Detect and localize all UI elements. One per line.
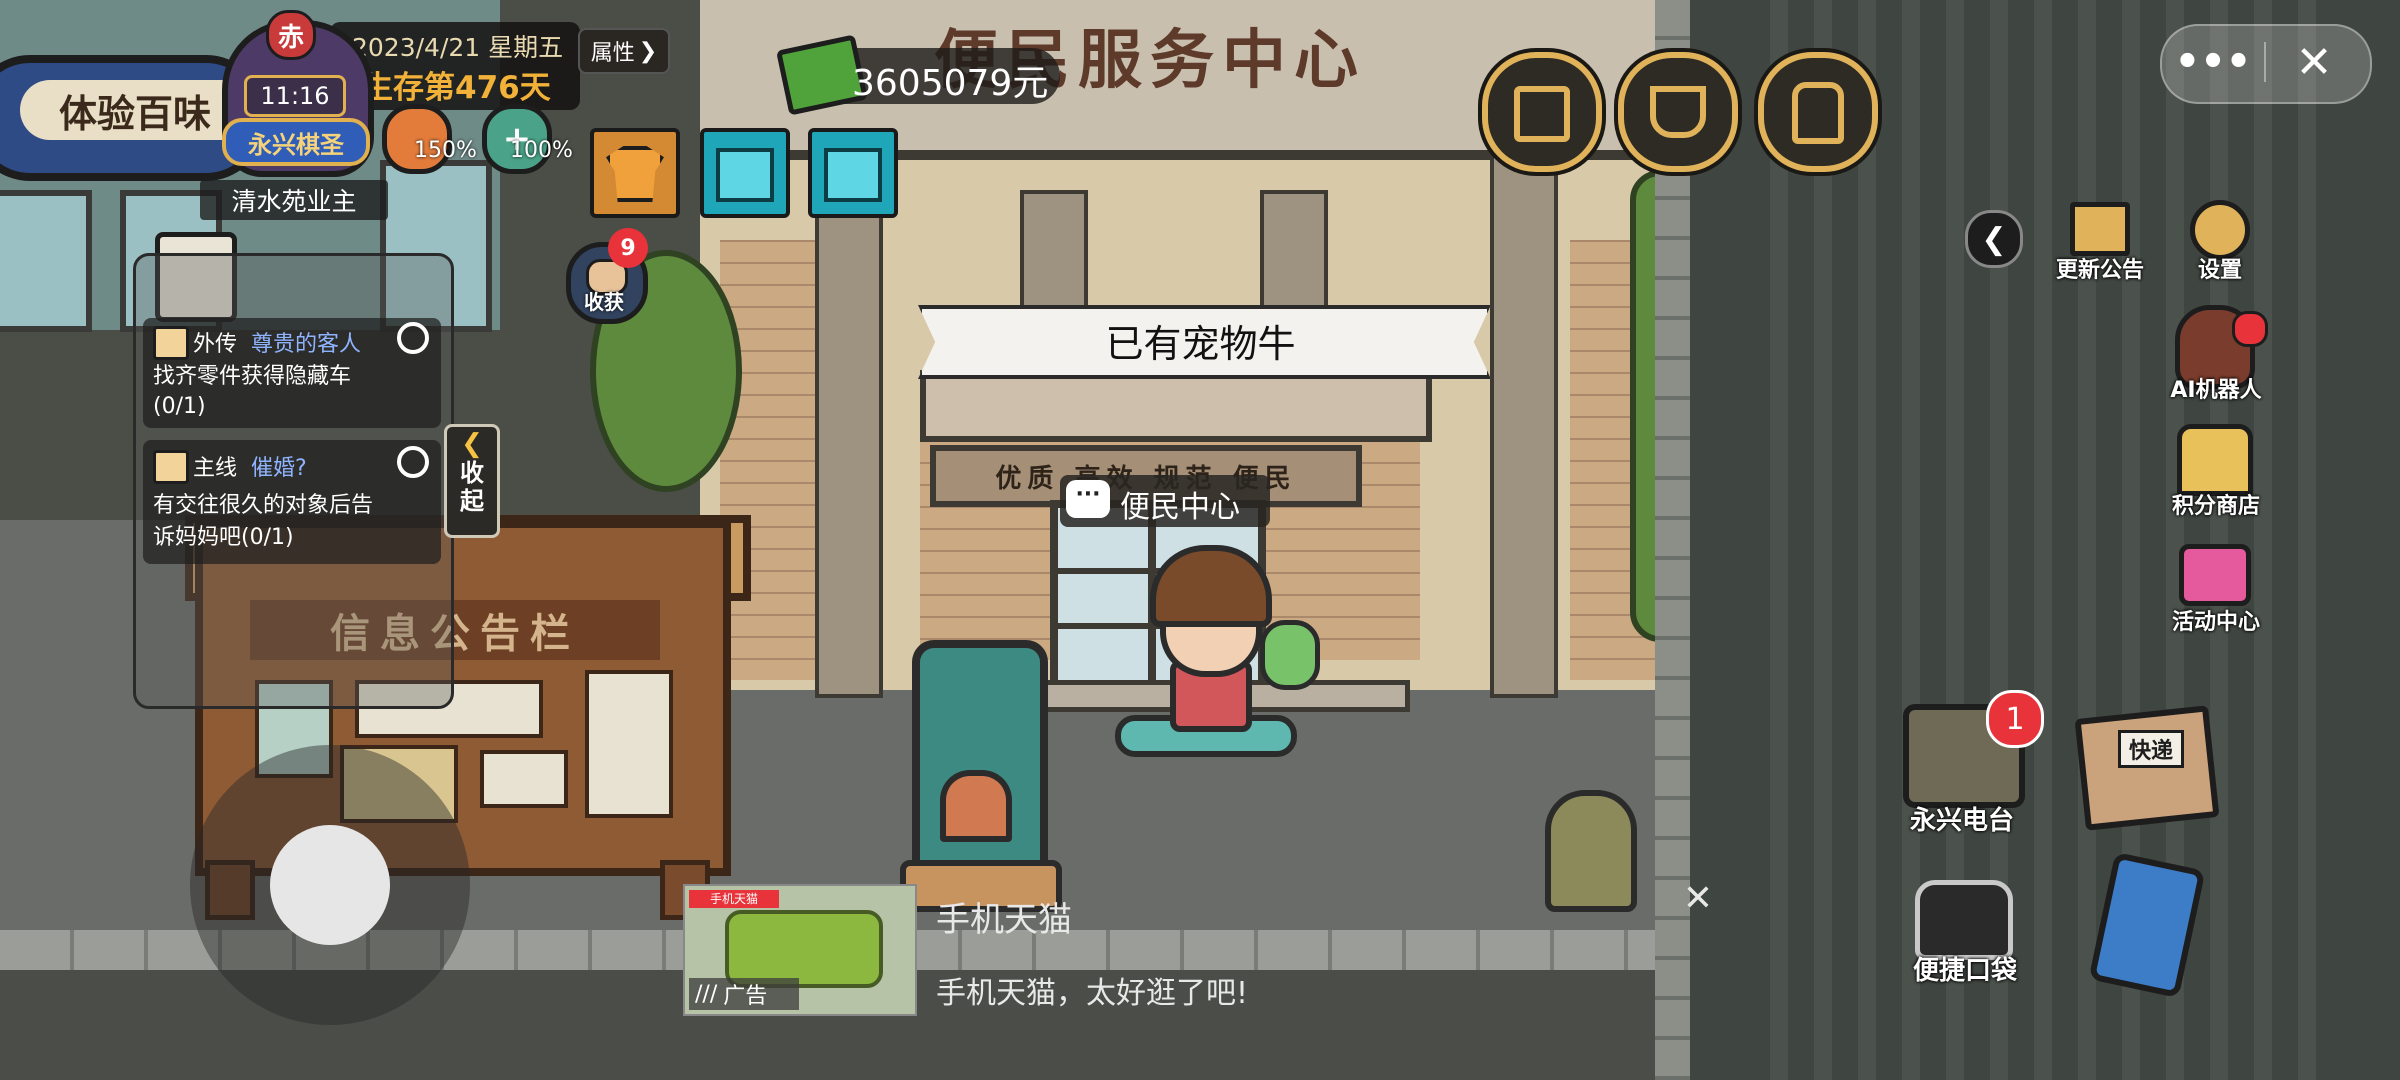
achievements-button[interactable]	[1618, 52, 1738, 172]
phone-icon	[2088, 851, 2206, 999]
backpack-icon	[1792, 82, 1844, 144]
settings-label: 设置	[2197, 258, 2242, 283]
date-text: 2023/4/21 星期五	[352, 33, 564, 62]
harvest-count-badge: 9	[608, 228, 648, 268]
quest-desc: 找齐零件获得隐藏车(0/1)	[153, 364, 352, 419]
hunger-value: 150%	[414, 138, 477, 163]
chevron-right-icon: ❯	[638, 38, 658, 64]
points-shop-label: 积分商店	[2171, 494, 2260, 519]
express-package-button[interactable]: 快递	[2072, 700, 2222, 831]
close-icon[interactable]: ✕	[2288, 37, 2340, 88]
ad-brand-tag: 手机天猫	[689, 890, 779, 908]
clock: 11:16	[244, 75, 346, 117]
pillar	[1490, 150, 1558, 698]
attributes-button[interactable]: 属性 ❯	[578, 28, 670, 74]
level-badge: 赤	[266, 10, 316, 60]
search-icon[interactable]	[397, 322, 429, 354]
clipboard-icon	[153, 326, 189, 360]
notice-board-icon	[2070, 202, 2130, 256]
outfit-slot[interactable]	[590, 128, 680, 218]
collapse-label: 收起	[460, 459, 484, 515]
pocket-label: 便捷口袋	[1912, 956, 2017, 986]
quest-name: 催婚?	[251, 456, 307, 481]
health-value: 100%	[510, 138, 573, 163]
search-icon[interactable]	[397, 446, 429, 478]
trash-bin[interactable]	[1545, 790, 1637, 912]
update-notice-label: 更新公告	[2055, 258, 2144, 283]
shop-stall-icon	[2177, 424, 2253, 496]
brick-wall-left	[720, 240, 820, 680]
ad-icon: ///	[695, 981, 718, 1007]
clipboard-icon	[153, 450, 189, 484]
quest-item[interactable]: 主线 催婚? 有交往很久的对象后告诉妈妈吧(0/1)	[143, 440, 441, 564]
attributes-label: 属性	[590, 41, 635, 66]
pillar	[815, 150, 883, 698]
chat-bubble-icon: ···	[1066, 480, 1110, 518]
running-icon	[716, 148, 774, 202]
trophy-icon	[1650, 86, 1706, 138]
video-icon	[2179, 544, 2251, 606]
money-value: 3605079元	[852, 63, 1049, 104]
ad-text[interactable]: 手机天猫，太好逛了吧!	[936, 968, 1336, 1011]
more-options-icon[interactable]: •••	[2175, 39, 2252, 85]
skill-slot-2[interactable]	[808, 128, 898, 218]
mailbox[interactable]	[912, 640, 1048, 886]
ad-label-text: 广告	[723, 984, 768, 1009]
product-image	[725, 910, 883, 988]
quest-tag: 主线	[193, 456, 238, 481]
phone-button[interactable]	[2082, 851, 2212, 999]
shop-sign-left-text: 体验百味	[20, 80, 250, 140]
mailbox-door	[940, 770, 1012, 842]
chevron-left-icon: ❮	[1981, 221, 2007, 257]
ad-title[interactable]: 手机天猫	[936, 892, 1136, 940]
hot-badge	[2232, 311, 2268, 347]
notice-paper	[585, 670, 673, 818]
quest-name: 尊贵的客人	[251, 332, 362, 357]
quest-desc: 有交往很久的对象后告诉妈妈吧(0/1)	[153, 493, 374, 550]
title-badge: 永兴棋圣	[222, 118, 370, 166]
ad-label: ///广告	[689, 978, 799, 1010]
joystick-knob[interactable]	[270, 825, 390, 945]
pet-parrot	[1260, 620, 1320, 690]
express-label: 快递	[2118, 730, 2184, 768]
skill-slot-1[interactable]	[700, 128, 790, 218]
entrance-awning	[920, 370, 1432, 442]
bag-icon	[1915, 880, 2013, 960]
map-pin-icon	[1514, 86, 1570, 142]
divider	[2264, 42, 2266, 82]
hint-bubble-text: 便民中心	[1120, 490, 1240, 525]
package-box-icon	[2074, 705, 2220, 831]
quest-tag: 外传	[193, 332, 238, 357]
backpack-button[interactable]	[1758, 52, 1878, 172]
pet-banner-text: 已有宠物牛	[1105, 321, 1296, 366]
survival-days: 生存第476天	[362, 70, 551, 106]
notice-paper	[480, 750, 568, 808]
gear-icon	[2190, 200, 2250, 260]
ai-robot-label: AI机器人	[2170, 378, 2262, 403]
chevron-left-icon: ❮	[461, 429, 483, 459]
shirt-icon	[606, 146, 664, 202]
activity-center-label: 活动中心	[2171, 610, 2260, 635]
harvest-label: 收获	[584, 290, 624, 314]
menu-collapse-button[interactable]: ❮	[1965, 210, 2023, 268]
tv-badge: 1	[1986, 690, 2044, 748]
running-icon	[824, 148, 882, 202]
ad-close-icon[interactable]: ✕	[1680, 878, 1716, 919]
collapse-button[interactable]: ❮ 收起	[444, 424, 500, 538]
map-button[interactable]	[1482, 52, 1602, 172]
tv-station-label: 永兴电台	[1909, 806, 2014, 836]
quest-item[interactable]: 外传 尊贵的客人 找齐零件获得隐藏车(0/1)	[143, 318, 441, 428]
role-title: 清水苑业主	[200, 180, 388, 220]
ad-thumbnail[interactable]: 手机天猫 ///广告	[683, 884, 917, 1016]
